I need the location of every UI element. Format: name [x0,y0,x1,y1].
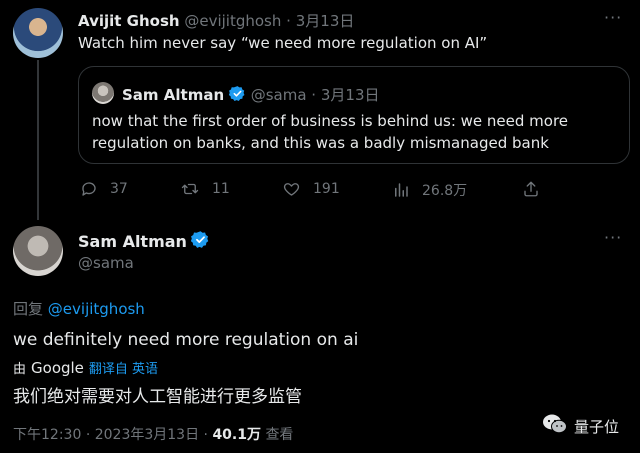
tweet-date[interactable]: 3月13日 [296,12,355,30]
thread-line [37,60,39,220]
tweet-header: Sam Altman [78,230,210,253]
tweet-time[interactable]: 下午12:30 [13,427,81,443]
author-handle[interactable]: @sama [78,254,134,272]
avatar [92,82,114,104]
separator: · [311,86,317,104]
views-label[interactable]: 查看 [265,427,293,443]
retweet-icon [180,180,200,198]
separator: · [203,427,208,443]
author-name[interactable]: Avijit Ghosh [78,12,180,30]
quoted-text-line: now that the first order of business is … [92,112,569,130]
tweet-text: Watch him never say “we need more regula… [78,34,488,52]
author-handle[interactable]: @evijitghosh [184,12,281,30]
reply-count: 37 [110,181,128,197]
quoted-text-line: regulation on banks, and this was a badl… [92,134,549,152]
reply-button[interactable]: 37 [80,180,128,198]
watermark-label: 量子位 [574,417,620,436]
retweet-button[interactable]: 11 [180,180,230,198]
reply-to-link[interactable]: @evijitghosh [48,300,145,318]
author-name: Sam Altman [122,86,225,104]
like-icon [282,180,301,198]
like-count: 191 [313,181,340,197]
quoted-tweet-text: now that the first order of business is … [92,110,568,154]
tweet-header: Avijit Ghosh @evijitghosh · 3月13日 [78,10,354,31]
more-icon[interactable]: ··· [604,228,622,247]
tweet-date: 3月13日 [320,86,380,104]
author-name[interactable]: Sam Altman [78,232,187,251]
verified-icon [190,230,210,253]
translation-by: 由 [13,362,27,377]
reply-icon [80,180,98,198]
tweet-date[interactable]: 2023年3月13日 [95,427,199,443]
views-icon [392,181,410,199]
watermark: 量子位 [542,413,619,439]
avatar[interactable] [13,8,63,58]
reply-prefix: 回复 [13,300,44,318]
verified-icon [228,85,246,106]
views-count: 26.8万 [422,183,468,199]
reply-context: 回复 @evijitghosh [13,298,145,319]
views-button[interactable]: 26.8万 [392,180,467,200]
like-button[interactable]: 191 [282,180,340,198]
retweet-count: 11 [212,181,230,197]
wechat-icon [542,413,568,439]
separator: · [286,12,291,30]
share-icon [522,180,540,198]
translation-action[interactable]: 翻译自 英语 [89,358,158,377]
tweet-text: we definitely need more regulation on ai [13,330,359,350]
translated-text: 我们绝对需要对人工智能进行更多监管 [13,387,302,407]
tweet-meta: 下午12:30 · 2023年3月13日 · 40.1万 查看 [13,424,293,444]
quoted-tweet-header: Sam Altman @sama · 3月13日 [122,84,380,106]
translation-bar: 由 Google 翻译自 英语 [13,358,158,378]
views-count: 40.1万 [212,427,261,443]
avatar[interactable] [13,226,63,276]
author-handle: @sama [250,86,307,104]
share-button[interactable] [522,180,540,198]
separator: · [85,427,91,443]
more-icon[interactable]: ··· [604,8,622,27]
google-logo: Google [31,358,84,377]
